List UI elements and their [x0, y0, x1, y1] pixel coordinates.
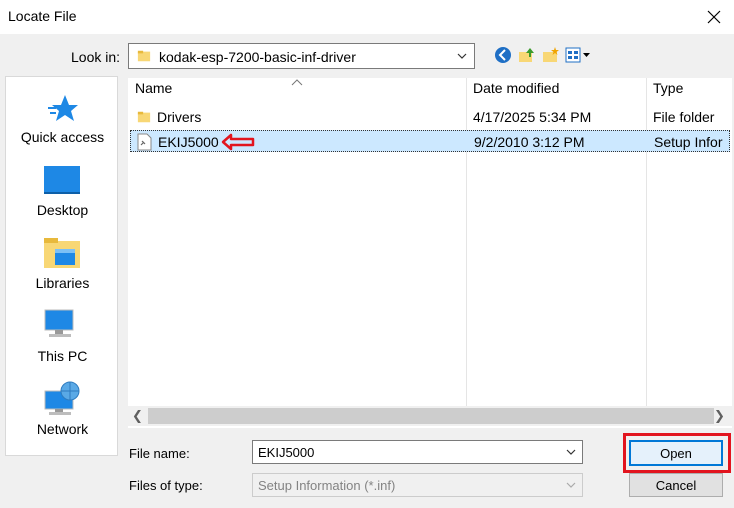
file-row-selected[interactable]: EKIJ5000 9/2/2010 3:12 PM Setup Infor	[130, 130, 730, 152]
column-header-name[interactable]: Name	[135, 80, 172, 102]
quick-access-star-icon	[48, 95, 78, 121]
close-button[interactable]	[700, 3, 728, 31]
filename-value: EKIJ5000	[258, 445, 315, 460]
chevron-down-icon	[457, 53, 467, 59]
chevron-down-icon	[566, 482, 576, 488]
place-quick-access[interactable]: Quick access	[6, 87, 119, 157]
libraries-icon	[44, 238, 80, 268]
back-button[interactable]	[492, 45, 514, 65]
window-title: Locate File	[8, 8, 77, 24]
column-header-date[interactable]: Date modified	[473, 80, 559, 102]
desktop-icon	[44, 166, 80, 194]
up-folder-button[interactable]	[516, 45, 538, 65]
file-date: 4/17/2025 5:34 PM	[473, 109, 592, 125]
place-label: Quick access	[20, 129, 105, 145]
place-label: Desktop	[36, 202, 89, 218]
new-folder-icon	[543, 47, 559, 62]
up-folder-icon	[519, 48, 534, 62]
view-menu-icon	[565, 47, 590, 63]
red-arrow-annotation-icon	[221, 133, 255, 151]
file-row[interactable]: Drivers 4/17/2025 5:34 PM File folder	[130, 106, 730, 128]
back-arrow-icon	[495, 47, 511, 63]
folder-icon	[137, 111, 151, 123]
file-type: Setup Infor	[654, 134, 723, 150]
file-type: File folder	[653, 109, 715, 125]
filename-input[interactable]: EKIJ5000	[252, 440, 583, 464]
open-button[interactable]: Open	[629, 440, 723, 466]
place-libraries[interactable]: Libraries	[6, 233, 119, 303]
filetype-combobox[interactable]: Setup Information (*.inf)	[252, 473, 583, 497]
sort-ascending-icon	[291, 79, 303, 86]
places-bar: Quick access Desktop Libraries This PC N…	[5, 76, 118, 456]
close-icon	[707, 10, 721, 24]
place-label: This PC	[37, 348, 88, 364]
view-menu-button[interactable]	[564, 45, 592, 65]
place-label: Libraries	[35, 275, 90, 291]
horizontal-scrollbar[interactable]: ❮ ❯	[128, 406, 734, 426]
new-folder-button[interactable]	[540, 45, 562, 65]
scroll-right-icon[interactable]: ❯	[714, 408, 725, 424]
folder-icon	[137, 50, 151, 62]
file-name: EKIJ5000	[158, 134, 219, 150]
scrollbar-thumb[interactable]	[148, 408, 714, 424]
lookin-combobox[interactable]: kodak-esp-7200-basic-inf-driver	[128, 43, 475, 69]
file-date: 9/2/2010 3:12 PM	[474, 134, 585, 150]
place-network[interactable]: Network	[6, 379, 119, 449]
lookin-value: kodak-esp-7200-basic-inf-driver	[159, 49, 356, 65]
place-desktop[interactable]: Desktop	[6, 160, 119, 230]
this-pc-icon	[44, 309, 74, 337]
setup-info-file-icon	[137, 133, 152, 151]
filetype-label: Files of type:	[129, 478, 203, 493]
column-header-type[interactable]: Type	[653, 80, 683, 102]
place-label: Network	[36, 421, 89, 437]
network-icon	[44, 381, 80, 415]
scroll-left-icon[interactable]: ❮	[132, 408, 143, 424]
cancel-button[interactable]: Cancel	[629, 473, 723, 497]
chevron-down-icon[interactable]	[565, 446, 577, 458]
place-this-pc[interactable]: This PC	[6, 306, 119, 376]
lookin-label: Look in:	[71, 49, 121, 65]
filename-label: File name:	[129, 446, 190, 461]
title-bar	[0, 0, 734, 34]
filetype-value: Setup Information (*.inf)	[258, 478, 396, 493]
file-name: Drivers	[157, 109, 202, 125]
